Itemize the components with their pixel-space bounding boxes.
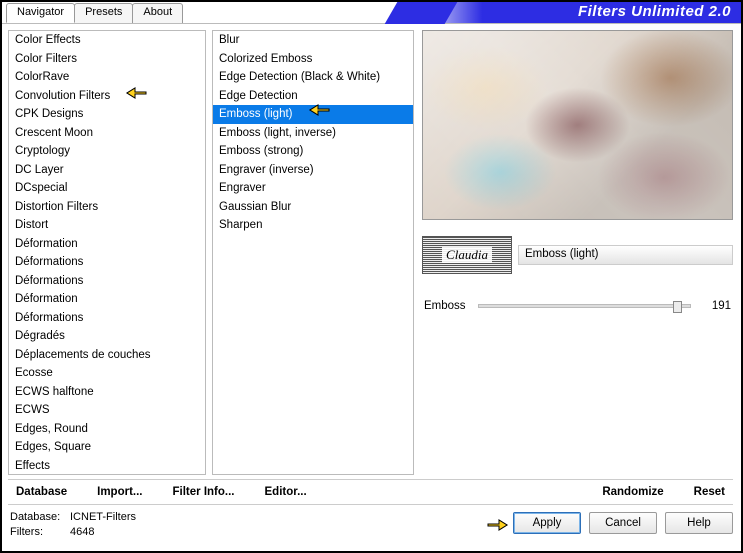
filters-count-label: Filters: bbox=[10, 525, 70, 540]
pointer-hand-icon bbox=[485, 514, 507, 532]
current-filter-name: Emboss (light) bbox=[518, 245, 733, 265]
list-item[interactable]: Edge Detection bbox=[213, 87, 413, 106]
footer: Database:ICNET-Filters Filters:4648 Appl… bbox=[2, 506, 741, 551]
list-item[interactable]: Cryptology bbox=[9, 142, 205, 161]
list-item[interactable]: Colorized Emboss bbox=[213, 50, 413, 69]
app-title: Filters Unlimited 2.0 bbox=[578, 3, 731, 20]
list-item[interactable]: Déformations bbox=[9, 272, 205, 291]
main-panel: Color EffectsColor FiltersColorRaveConvo… bbox=[2, 24, 741, 482]
param-value: 191 bbox=[703, 300, 731, 312]
help-button[interactable]: Help bbox=[665, 512, 733, 534]
list-item[interactable]: Emboss (strong) bbox=[213, 142, 413, 161]
list-item[interactable]: Déformations bbox=[9, 309, 205, 328]
tab-presets[interactable]: Presets bbox=[74, 3, 133, 23]
footer-buttons: Apply Cancel Help bbox=[513, 512, 733, 551]
editor-button[interactable]: Editor... bbox=[265, 486, 307, 498]
list-item[interactable]: CPK Designs bbox=[9, 105, 205, 124]
list-item[interactable]: Déformation bbox=[9, 290, 205, 309]
preview-image bbox=[422, 30, 733, 220]
database-button[interactable]: Database bbox=[16, 486, 67, 498]
list-item[interactable]: Edge Detection (Black & White) bbox=[213, 68, 413, 87]
list-item[interactable]: Blur bbox=[213, 31, 413, 50]
list-item[interactable]: ECWS halftone bbox=[9, 383, 205, 402]
param-label: Emboss bbox=[424, 300, 466, 312]
list-item[interactable]: Engraver bbox=[213, 179, 413, 198]
title-bar: Navigator Presets About Filters Unlimite… bbox=[2, 2, 741, 24]
list-item[interactable]: Edges, Square bbox=[9, 438, 205, 457]
apply-button[interactable]: Apply bbox=[513, 512, 581, 534]
list-item[interactable]: Convolution Filters bbox=[9, 87, 205, 106]
list-item[interactable]: Sharpen bbox=[213, 216, 413, 235]
tab-strip: Navigator Presets About bbox=[6, 2, 182, 22]
db-label: Database: bbox=[10, 510, 70, 525]
list-item[interactable]: Emboss (light) bbox=[213, 105, 413, 124]
tab-about[interactable]: About bbox=[132, 3, 183, 23]
author-logo: Claudia bbox=[422, 236, 512, 274]
param-slider[interactable] bbox=[478, 304, 691, 308]
reset-button[interactable]: Reset bbox=[694, 486, 725, 498]
list-item[interactable]: ECWS bbox=[9, 401, 205, 420]
filter-list[interactable]: BlurColorized EmbossEdge Detection (Blac… bbox=[212, 30, 414, 475]
list-item[interactable]: Edges, Round bbox=[9, 420, 205, 439]
list-item[interactable]: Ecosse bbox=[9, 364, 205, 383]
footer-info: Database:ICNET-Filters Filters:4648 bbox=[10, 510, 136, 551]
import-button[interactable]: Import... bbox=[97, 486, 142, 498]
list-item[interactable]: Color Filters bbox=[9, 50, 205, 69]
filters-count-value: 4648 bbox=[70, 526, 94, 538]
db-value: ICNET-Filters bbox=[70, 511, 136, 523]
toolbar-row: Database Import... Filter Info... Editor… bbox=[8, 479, 733, 505]
slider-thumb[interactable] bbox=[673, 301, 682, 313]
param-row: Emboss 191 bbox=[422, 300, 733, 312]
filter-info-button[interactable]: Filter Info... bbox=[173, 486, 235, 498]
list-item[interactable]: Déformations bbox=[9, 253, 205, 272]
list-item[interactable]: Déplacements de couches bbox=[9, 346, 205, 365]
list-item[interactable]: Déformation bbox=[9, 235, 205, 254]
list-item[interactable]: ColorRave bbox=[9, 68, 205, 87]
list-item[interactable]: DCspecial bbox=[9, 179, 205, 198]
list-item[interactable]: DC Layer bbox=[9, 161, 205, 180]
list-item[interactable]: Effects bbox=[9, 457, 205, 476]
right-pane: Claudia Emboss (light) Emboss 191 Databa… bbox=[422, 30, 733, 482]
tab-navigator[interactable]: Navigator bbox=[6, 3, 75, 23]
list-item[interactable]: Emboss (light, inverse) bbox=[213, 124, 413, 143]
list-item[interactable]: Crescent Moon bbox=[9, 124, 205, 143]
category-list[interactable]: Color EffectsColor FiltersColorRaveConvo… bbox=[8, 30, 206, 475]
randomize-button[interactable]: Randomize bbox=[602, 486, 663, 498]
list-item[interactable]: Engraver (inverse) bbox=[213, 161, 413, 180]
list-item[interactable]: Color Effects bbox=[9, 31, 205, 50]
list-item[interactable]: Distort bbox=[9, 216, 205, 235]
list-item[interactable]: Gaussian Blur bbox=[213, 198, 413, 217]
list-item[interactable]: Dégradés bbox=[9, 327, 205, 346]
cancel-button[interactable]: Cancel bbox=[589, 512, 657, 534]
list-item[interactable]: Distortion Filters bbox=[9, 198, 205, 217]
